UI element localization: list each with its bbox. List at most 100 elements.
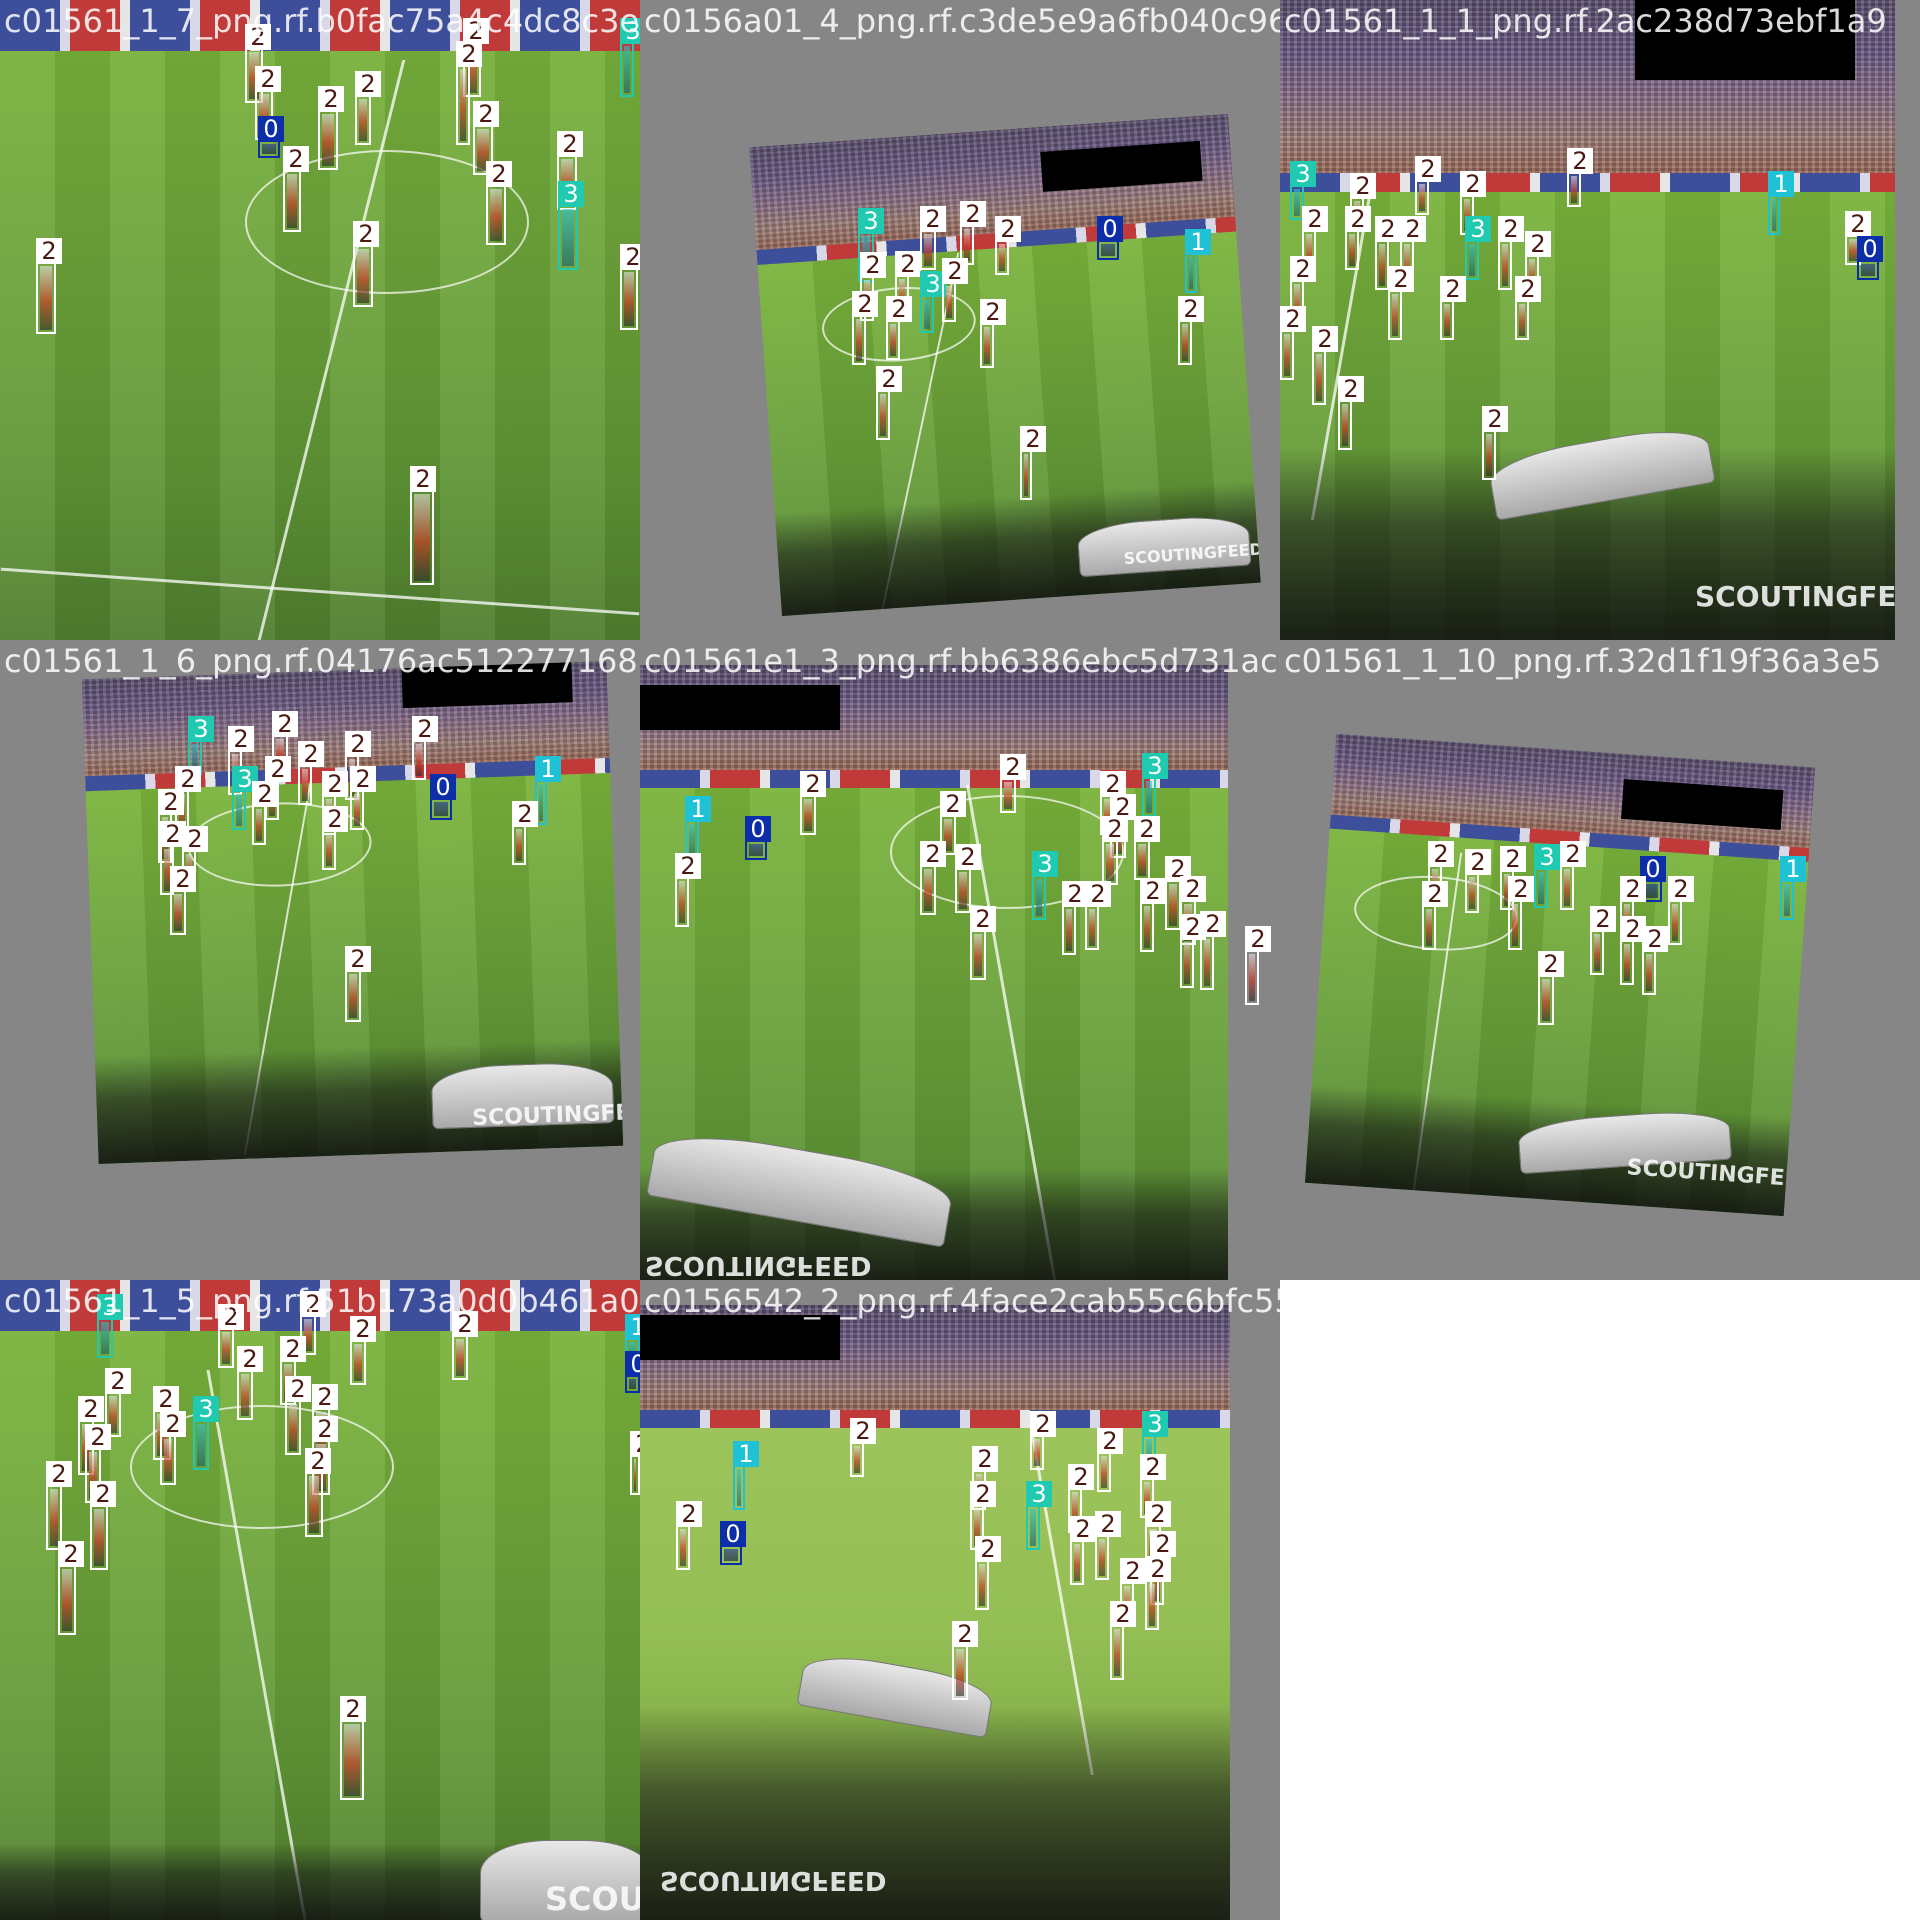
tile-filename: c0156a01_4_png.rf.c3de5e9a6fb040c961069 bbox=[644, 2, 1280, 40]
detection-box: 2 bbox=[630, 1431, 640, 1495]
detection-box: 2 bbox=[1020, 426, 1046, 500]
detection-box: 2 bbox=[876, 366, 902, 440]
detection-box: 2 bbox=[1388, 266, 1414, 340]
detection-box: 2 bbox=[1515, 276, 1541, 340]
detection-box: 2 bbox=[350, 1316, 376, 1385]
detection-box: 2 bbox=[1482, 406, 1508, 480]
detection-box: 2 bbox=[1465, 849, 1491, 913]
empty-tile bbox=[1280, 1280, 1920, 1920]
detection-box: 2 bbox=[620, 244, 640, 330]
pitch-photo: SCOUTINGFEED bbox=[749, 113, 1261, 617]
redaction-bar bbox=[640, 1315, 840, 1360]
detection-box: 3 bbox=[1142, 753, 1168, 817]
detection-box: 2 bbox=[800, 771, 826, 835]
pitch-photo: SCOUTINGFEED bbox=[1280, 0, 1895, 640]
watermark-text: SCOUTINGFEED bbox=[645, 1250, 872, 1280]
detection-box: 2 bbox=[410, 466, 436, 585]
detection-box: 2 bbox=[285, 1376, 311, 1455]
mosaic-tile: SCOUTINGFEED c01561_1_10_png.rf.32d1f19f… bbox=[1280, 640, 1920, 1280]
detection-box: 3 bbox=[558, 181, 584, 270]
detection-box: 2 bbox=[90, 1481, 116, 1570]
detection-box: 2 bbox=[1590, 906, 1616, 975]
detection-box: 0 bbox=[430, 774, 456, 820]
detection-box: 2 bbox=[920, 206, 946, 270]
detection-box: 2 bbox=[970, 906, 996, 980]
detection-box: 0 bbox=[720, 1521, 746, 1565]
detection-box: 2 bbox=[676, 1501, 702, 1570]
detection-box: 2 bbox=[852, 291, 878, 365]
detection-box: 2 bbox=[995, 216, 1021, 275]
detection-box: 2 bbox=[1498, 216, 1524, 290]
tile-filename: c01561_1_1_png.rf.2ac238d73ebf1a9 bbox=[1284, 2, 1887, 40]
detection-box: 2 bbox=[1095, 1511, 1121, 1580]
detection-box: 2 bbox=[1245, 926, 1271, 1005]
detection-box: 2 bbox=[512, 801, 538, 865]
detection-box: 2 bbox=[350, 766, 376, 830]
tile-filename: c01561_1_10_png.rf.32d1f19f36a3e5 bbox=[1284, 642, 1882, 680]
detection-box: 2 bbox=[1312, 326, 1338, 405]
watermark-text: SCOUTI bbox=[545, 1880, 640, 1918]
tile-filename: c01561_1_6_png.rf.04176ac5122771683658 bbox=[4, 642, 640, 680]
detection-box: 2 bbox=[1375, 216, 1401, 290]
detection-box: 2 bbox=[355, 71, 381, 145]
detection-box: 2 bbox=[1102, 816, 1128, 885]
detection-box: 3 bbox=[193, 1396, 219, 1470]
mosaic-tile: SCOUTINGFEED c01561_1_6_png.rf.04176ac51… bbox=[0, 640, 640, 1280]
detection-box: 2 bbox=[412, 716, 438, 780]
detection-box: 2 bbox=[1178, 296, 1204, 365]
detection-box: 2 bbox=[1062, 881, 1088, 955]
detection-box: 2 bbox=[1338, 376, 1364, 450]
detection-box: 0 bbox=[1857, 236, 1883, 280]
detection-box: 2 bbox=[1422, 881, 1448, 950]
detection-box: 2 bbox=[1668, 876, 1694, 945]
detection-box: 2 bbox=[850, 1418, 876, 1477]
detection-box: 2 bbox=[1110, 1601, 1136, 1680]
detection-box: 2 bbox=[318, 86, 344, 170]
detection-box: 2 bbox=[237, 1346, 263, 1420]
detection-box: 2 bbox=[1070, 1516, 1096, 1585]
redaction-bar bbox=[640, 685, 840, 730]
detection-box: 2 bbox=[886, 296, 912, 360]
detection-box: 2 bbox=[1145, 1556, 1171, 1630]
detection-box: 2 bbox=[1560, 841, 1586, 910]
detection-box: 2 bbox=[1000, 754, 1026, 813]
detection-box: 2 bbox=[1345, 206, 1371, 270]
detection-box: 2 bbox=[345, 946, 371, 1022]
detection-box: 2 bbox=[322, 806, 348, 870]
detection-box: 2 bbox=[58, 1541, 84, 1635]
pitch-photo: SCOUTINGFEED bbox=[640, 1305, 1230, 1920]
tile-filename: c01561e1_3_png.rf.bb6386ebc5d731ac01566 bbox=[644, 642, 1280, 680]
detection-box: 2 bbox=[452, 1311, 478, 1380]
detection-box: 2 bbox=[1140, 878, 1166, 952]
detection-box: 2 bbox=[1134, 816, 1160, 880]
watermark-text: SCOUTINGFEED bbox=[660, 1865, 887, 1895]
detection-box: 3 bbox=[232, 766, 258, 830]
mosaic-tile: SCOUTINGFEED c0156542_2_png.rf.4face2cab… bbox=[640, 1280, 1280, 1920]
detection-box: 2 bbox=[1097, 1428, 1123, 1492]
detection-box: 2 bbox=[170, 866, 196, 935]
detection-box: 0 bbox=[258, 116, 284, 158]
detection-box: 0 bbox=[1097, 216, 1123, 260]
detection-box: 2 bbox=[252, 781, 278, 845]
detection-box: 2 bbox=[952, 1621, 978, 1700]
detection-box: 2 bbox=[283, 146, 309, 232]
detection-box: 2 bbox=[1415, 156, 1441, 215]
tile-filename: c01561_1_7_png.rf.b0fac75a4c4dc8c3e25ce4 bbox=[4, 2, 640, 40]
detection-box: 2 bbox=[1165, 856, 1191, 930]
watermark-text: SCOUTINGFEED bbox=[1695, 580, 1895, 613]
detection-box: 2 bbox=[456, 41, 482, 145]
detection-box: 2 bbox=[955, 844, 981, 913]
detection-box: 2 bbox=[160, 1411, 186, 1485]
detection-box: 3 bbox=[920, 271, 946, 333]
detection-box: 2 bbox=[1280, 306, 1306, 380]
detection-box: 2 bbox=[1200, 911, 1226, 990]
detection-box: 3 bbox=[620, 18, 640, 97]
detection-box: 3 bbox=[1032, 851, 1058, 920]
pitch-photo: SCOUTI bbox=[0, 1280, 640, 1920]
detection-box: 2 bbox=[486, 161, 512, 245]
ad-board bbox=[640, 769, 1228, 790]
detection-box: 2 bbox=[942, 258, 968, 322]
detection-box: 3 bbox=[1534, 844, 1560, 908]
detection-box: 2 bbox=[1508, 876, 1534, 950]
detection-box: 2 bbox=[1440, 276, 1466, 340]
